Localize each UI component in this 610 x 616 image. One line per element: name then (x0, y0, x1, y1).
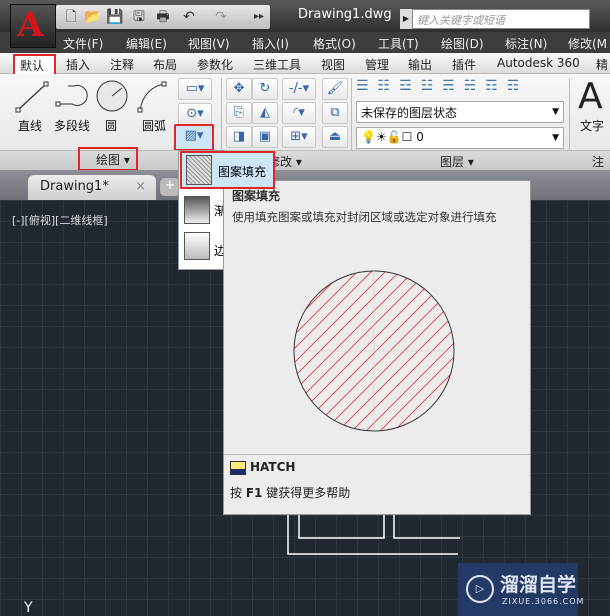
watermark-name: 溜溜自学 (500, 574, 577, 596)
hatch-preview-illustration: /* placeholder */ (293, 270, 455, 432)
save-as-icon[interactable]: 🖫 (130, 9, 148, 25)
tab-layout[interactable]: 布局 (153, 56, 177, 73)
menu-file[interactable]: 文件(F) (63, 35, 103, 52)
viewport-controls[interactable]: [-][俯视][二维线框] (12, 212, 108, 228)
draw-panel-title[interactable]: 绘图 ▾ (78, 147, 138, 171)
save-icon[interactable]: 💾 (106, 9, 124, 25)
tooltip-title: 图案填充 (232, 189, 281, 203)
gradient-icon[interactable] (184, 196, 210, 224)
text-tool-label[interactable]: 文字 (580, 117, 604, 134)
menu-tools[interactable]: 工具(T) (378, 35, 419, 52)
text-tool-icon[interactable]: A (578, 76, 603, 117)
document-title: Drawing1.dwg (298, 7, 392, 22)
tab-parametric[interactable]: 参数化 (197, 56, 233, 73)
hatch-icon (186, 155, 212, 185)
menu-dimension[interactable]: 标注(N) (505, 35, 547, 52)
move-icon[interactable]: ✥ (226, 78, 252, 100)
rotate-icon[interactable]: ↻ (252, 78, 278, 100)
offset-icon[interactable]: ⏏ (322, 126, 348, 148)
watermark: ▷ 溜溜自学 ZIXUE.3066.COM (458, 563, 583, 616)
draw-tool-icons (15, 80, 167, 113)
autocad-logo-icon: A (17, 5, 44, 45)
layer-tool-icons[interactable]: ☰☷☲☳☴☵☶☶ (356, 78, 528, 94)
line-tool[interactable]: 直线 (18, 117, 42, 134)
tab-featured[interactable]: 精 (596, 56, 608, 73)
boundary-icon[interactable] (184, 232, 210, 260)
mirror-icon[interactable]: ◭ (252, 102, 278, 124)
play-icon: ▷ (466, 575, 494, 603)
tab-3d-tools[interactable]: 三维工具 (253, 56, 301, 73)
menu-draw[interactable]: 绘图(D) (441, 35, 484, 52)
tab-annotate[interactable]: 注释 (110, 56, 134, 73)
draw-panel-label: 绘图 (96, 153, 121, 167)
application-menu-button[interactable]: A (10, 4, 56, 48)
layer-panel-label: 图层 (440, 155, 465, 169)
divider (224, 454, 530, 455)
ucs-icon: Y (24, 600, 33, 616)
layer-state-dropdown[interactable]: 未保存的图层状态 ▼ (356, 101, 564, 123)
document-tab-label: Drawing1* (40, 179, 109, 194)
menu-edit[interactable]: 编辑(E) (126, 35, 167, 52)
hatch-menu-label: 图案填充 (218, 165, 267, 179)
tab-insert[interactable]: 插入 (66, 56, 90, 73)
redo-icon[interactable]: ↷ (212, 9, 230, 25)
help-key: F1 (245, 486, 263, 500)
current-layer-value: 0 (416, 130, 424, 144)
copy-icon[interactable]: ⎘ (226, 102, 252, 124)
erase-icon[interactable]: 🖌 (322, 78, 348, 100)
circle-tool[interactable]: 圆 (105, 117, 117, 134)
tab-view[interactable]: 视图 (321, 56, 345, 73)
chevron-down-icon: ▼ (552, 133, 559, 143)
search-expand-icon[interactable]: ▶ (400, 9, 412, 29)
stretch-icon[interactable]: ◨ (226, 126, 252, 148)
ellipse-button[interactable]: ⊙▾ (178, 103, 212, 125)
watermark-url: ZIXUE.3066.COM (502, 597, 585, 606)
current-layer-dropdown[interactable]: 💡☀🔓☐ 0 ▼ (356, 127, 564, 149)
close-icon[interactable]: × (135, 179, 146, 194)
tooltip-command: HATCH (250, 460, 296, 474)
menu-view[interactable]: 视图(V) (188, 35, 230, 52)
tooltip-description: 使用填充图案或填充对封闭区域或选定对象进行填充 (232, 210, 497, 224)
print-icon[interactable]: 🖶 (154, 9, 172, 25)
trim-icon[interactable]: -/-▾ (282, 78, 316, 100)
hatch-menu-item[interactable]: 图案填充 (180, 151, 275, 189)
tooltip-help: 按 F1 键获得更多帮助 (230, 484, 350, 501)
layer-panel-title[interactable]: 图层 ▾ (440, 153, 474, 170)
more-icon[interactable]: ▸▸ (250, 9, 268, 25)
fillet-icon[interactable]: ◜▾ (282, 102, 316, 124)
tab-autodesk-360[interactable]: Autodesk 360 (497, 56, 580, 70)
command-icon (230, 461, 246, 475)
document-tab[interactable]: Drawing1* × (28, 175, 156, 200)
layer-status-icons: 💡☀🔓☐ (361, 130, 417, 144)
tab-output[interactable]: 输出 (408, 56, 432, 73)
tab-plugins[interactable]: 插件 (452, 56, 476, 73)
help-suffix: 键获得更多帮助 (262, 486, 351, 500)
menu-format[interactable]: 格式(O) (313, 35, 356, 52)
undo-icon[interactable]: ↶ (180, 9, 198, 25)
rectangle-button[interactable]: ▭▾ (178, 78, 212, 100)
array-icon[interactable]: ⊞▾ (282, 126, 316, 148)
hatch-button[interactable]: ▨▾ (174, 124, 214, 151)
help-prefix: 按 (230, 486, 246, 500)
tab-manage[interactable]: 管理 (365, 56, 389, 73)
layer-state-value: 未保存的图层状态 (361, 106, 458, 120)
search-input[interactable]: 键入关键字或短语 (412, 9, 590, 29)
polyline-tool[interactable]: 多段线 (54, 117, 90, 134)
chevron-down-icon: ▼ (552, 107, 559, 117)
hatch-line (453, 271, 454, 431)
menu-insert[interactable]: 插入(I) (252, 35, 289, 52)
new-tab-button[interactable]: + (160, 178, 180, 196)
new-icon[interactable]: 🗋 (62, 9, 80, 25)
menu-modify[interactable]: 修改(M (568, 35, 607, 52)
scale-icon[interactable]: ▣ (252, 126, 278, 148)
hatch-tooltip: 图案填充 使用填充图案或填充对封闭区域或选定对象进行填充 /* placehol… (223, 180, 531, 515)
explode-icon[interactable]: ⧉ (322, 102, 348, 124)
arc-tool[interactable]: 圆弧 (142, 117, 166, 134)
open-icon[interactable]: 📂 (84, 9, 102, 25)
